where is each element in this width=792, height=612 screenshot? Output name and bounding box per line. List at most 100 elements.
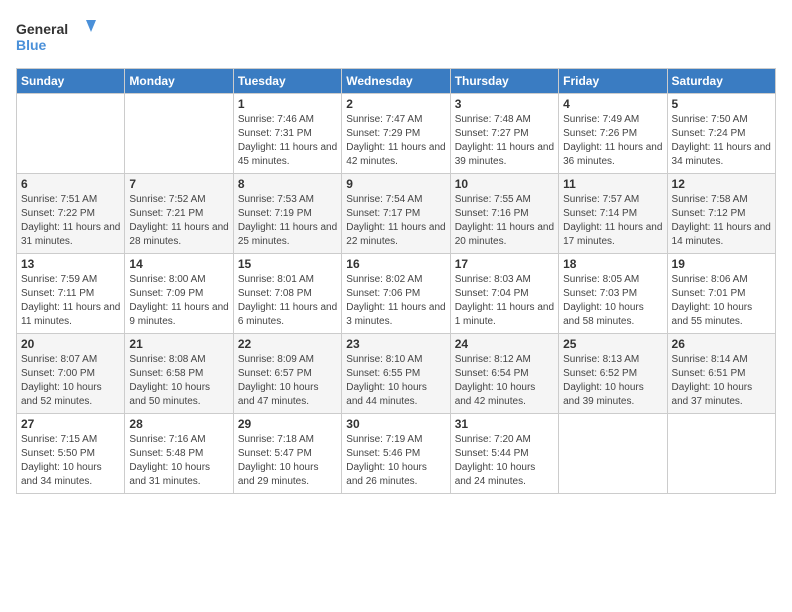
weekday-header-sunday: Sunday xyxy=(17,69,125,94)
calendar-week-5: 27Sunrise: 7:15 AM Sunset: 5:50 PM Dayli… xyxy=(17,414,776,494)
day-number: 28 xyxy=(129,417,228,431)
day-info: Sunrise: 7:53 AM Sunset: 7:19 PM Dayligh… xyxy=(238,193,337,249)
day-info: Sunrise: 7:55 AM Sunset: 7:16 PM Dayligh… xyxy=(455,193,554,249)
day-number: 13 xyxy=(21,257,120,271)
day-number: 30 xyxy=(346,417,445,431)
calendar-cell: 27Sunrise: 7:15 AM Sunset: 5:50 PM Dayli… xyxy=(17,414,125,494)
day-info: Sunrise: 8:12 AM Sunset: 6:54 PM Dayligh… xyxy=(455,353,554,409)
day-number: 2 xyxy=(346,97,445,111)
day-number: 1 xyxy=(238,97,337,111)
calendar-cell: 10 Sunrise: 7:55 AM Sunset: 7:16 PM Dayli… xyxy=(450,174,558,254)
day-number: 31 xyxy=(455,417,554,431)
day-number: 21 xyxy=(129,337,228,351)
day-number: 19 xyxy=(672,257,771,271)
calendar-week-4: 20 Sunrise: 8:07 AM Sunset: 7:00 PM Dayli… xyxy=(17,334,776,414)
day-info: Sunrise: 7:51 AM Sunset: 7:22 PM Dayligh… xyxy=(21,193,120,249)
calendar-cell: 13 Sunrise: 7:59 AM Sunset: 7:11 PM Dayli… xyxy=(17,254,125,334)
day-number: 26 xyxy=(672,337,771,351)
day-number: 10 xyxy=(455,177,554,191)
day-number: 29 xyxy=(238,417,337,431)
day-info: Sunrise: 8:09 AM Sunset: 6:57 PM Dayligh… xyxy=(238,353,337,409)
calendar-week-2: 6Sunrise: 7:51 AM Sunset: 7:22 PM Daylig… xyxy=(17,174,776,254)
day-info: Sunrise: 8:10 AM Sunset: 6:55 PM Dayligh… xyxy=(346,353,445,409)
day-info: Sunrise: 7:16 AM Sunset: 5:48 PM Dayligh… xyxy=(129,433,228,489)
day-info: Sunrise: 8:14 AM Sunset: 6:51 PM Dayligh… xyxy=(672,353,771,409)
weekday-header-thursday: Thursday xyxy=(450,69,558,94)
day-number: 16 xyxy=(346,257,445,271)
calendar-cell: 15 Sunrise: 8:01 AM Sunset: 7:08 PM Dayli… xyxy=(233,254,341,334)
calendar-cell: 21 Sunrise: 8:08 AM Sunset: 6:58 PM Dayli… xyxy=(125,334,233,414)
calendar-table: SundayMondayTuesdayWednesdayThursdayFrid… xyxy=(16,68,776,494)
day-info: Sunrise: 7:50 AM Sunset: 7:24 PM Dayligh… xyxy=(672,113,771,169)
calendar-cell xyxy=(125,94,233,174)
weekday-header-saturday: Saturday xyxy=(667,69,775,94)
calendar-cell: 18 Sunrise: 8:05 AM Sunset: 7:03 PM Dayli… xyxy=(559,254,667,334)
svg-text:Blue: Blue xyxy=(16,37,47,53)
day-number: 17 xyxy=(455,257,554,271)
calendar-cell: 16Sunrise: 8:02 AM Sunset: 7:06 PM Dayli… xyxy=(342,254,450,334)
day-info: Sunrise: 7:18 AM Sunset: 5:47 PM Dayligh… xyxy=(238,433,337,489)
calendar-cell: 12 Sunrise: 7:58 AM Sunset: 7:12 PM Dayli… xyxy=(667,174,775,254)
day-number: 22 xyxy=(238,337,337,351)
calendar-week-1: 1Sunrise: 7:46 AM Sunset: 7:31 PM Daylig… xyxy=(17,94,776,174)
weekday-header-tuesday: Tuesday xyxy=(233,69,341,94)
day-info: Sunrise: 8:00 AM Sunset: 7:09 PM Dayligh… xyxy=(129,273,228,329)
day-info: Sunrise: 7:57 AM Sunset: 7:14 PM Dayligh… xyxy=(563,193,662,249)
day-info: Sunrise: 8:13 AM Sunset: 6:52 PM Dayligh… xyxy=(563,353,662,409)
day-number: 18 xyxy=(563,257,662,271)
calendar-cell: 14 Sunrise: 8:00 AM Sunset: 7:09 PM Dayli… xyxy=(125,254,233,334)
day-number: 25 xyxy=(563,337,662,351)
day-number: 3 xyxy=(455,97,554,111)
day-info: Sunrise: 7:54 AM Sunset: 7:17 PM Dayligh… xyxy=(346,193,445,249)
day-info: Sunrise: 8:08 AM Sunset: 6:58 PM Dayligh… xyxy=(129,353,228,409)
page-header: General Blue xyxy=(16,16,776,58)
calendar-cell xyxy=(559,414,667,494)
calendar-cell: 24 Sunrise: 8:12 AM Sunset: 6:54 PM Dayli… xyxy=(450,334,558,414)
svg-text:General: General xyxy=(16,21,68,37)
weekday-header-monday: Monday xyxy=(125,69,233,94)
logo-svg: General Blue xyxy=(16,16,96,58)
calendar-cell: 11 Sunrise: 7:57 AM Sunset: 7:14 PM Dayli… xyxy=(559,174,667,254)
day-info: Sunrise: 7:47 AM Sunset: 7:29 PM Dayligh… xyxy=(346,113,445,169)
calendar-cell: 29 Sunrise: 7:18 AM Sunset: 5:47 PM Dayli… xyxy=(233,414,341,494)
day-number: 15 xyxy=(238,257,337,271)
weekday-header-wednesday: Wednesday xyxy=(342,69,450,94)
day-number: 20 xyxy=(21,337,120,351)
day-info: Sunrise: 8:07 AM Sunset: 7:00 PM Dayligh… xyxy=(21,353,120,409)
logo: General Blue xyxy=(16,16,96,58)
calendar-cell: 6Sunrise: 7:51 AM Sunset: 7:22 PM Daylig… xyxy=(17,174,125,254)
day-number: 5 xyxy=(672,97,771,111)
day-info: Sunrise: 8:05 AM Sunset: 7:03 PM Dayligh… xyxy=(563,273,662,329)
calendar-cell: 2 Sunrise: 7:47 AM Sunset: 7:29 PM Daylig… xyxy=(342,94,450,174)
day-number: 23 xyxy=(346,337,445,351)
calendar-cell: 8 Sunrise: 7:53 AM Sunset: 7:19 PM Daylig… xyxy=(233,174,341,254)
calendar-cell: 9Sunrise: 7:54 AM Sunset: 7:17 PM Daylig… xyxy=(342,174,450,254)
calendar-cell: 20 Sunrise: 8:07 AM Sunset: 7:00 PM Dayli… xyxy=(17,334,125,414)
day-number: 8 xyxy=(238,177,337,191)
day-info: Sunrise: 8:01 AM Sunset: 7:08 PM Dayligh… xyxy=(238,273,337,329)
day-info: Sunrise: 7:49 AM Sunset: 7:26 PM Dayligh… xyxy=(563,113,662,169)
calendar-cell: 4 Sunrise: 7:49 AM Sunset: 7:26 PM Daylig… xyxy=(559,94,667,174)
weekday-header-friday: Friday xyxy=(559,69,667,94)
calendar-cell: 23 Sunrise: 8:10 AM Sunset: 6:55 PM Dayli… xyxy=(342,334,450,414)
calendar-cell: 19 Sunrise: 8:06 AM Sunset: 7:01 PM Dayli… xyxy=(667,254,775,334)
day-info: Sunrise: 7:20 AM Sunset: 5:44 PM Dayligh… xyxy=(455,433,554,489)
calendar-cell: 30Sunrise: 7:19 AM Sunset: 5:46 PM Dayli… xyxy=(342,414,450,494)
day-number: 24 xyxy=(455,337,554,351)
calendar-cell: 25 Sunrise: 8:13 AM Sunset: 6:52 PM Dayli… xyxy=(559,334,667,414)
calendar-cell: 3Sunrise: 7:48 AM Sunset: 7:27 PM Daylig… xyxy=(450,94,558,174)
calendar-cell: 22 Sunrise: 8:09 AM Sunset: 6:57 PM Dayli… xyxy=(233,334,341,414)
day-info: Sunrise: 7:58 AM Sunset: 7:12 PM Dayligh… xyxy=(672,193,771,249)
day-number: 12 xyxy=(672,177,771,191)
day-number: 27 xyxy=(21,417,120,431)
calendar-cell: 28 Sunrise: 7:16 AM Sunset: 5:48 PM Dayli… xyxy=(125,414,233,494)
day-info: Sunrise: 8:06 AM Sunset: 7:01 PM Dayligh… xyxy=(672,273,771,329)
calendar-cell: 31 Sunrise: 7:20 AM Sunset: 5:44 PM Dayli… xyxy=(450,414,558,494)
day-info: Sunrise: 7:59 AM Sunset: 7:11 PM Dayligh… xyxy=(21,273,120,329)
day-number: 14 xyxy=(129,257,228,271)
day-number: 4 xyxy=(563,97,662,111)
day-number: 11 xyxy=(563,177,662,191)
calendar-cell xyxy=(667,414,775,494)
day-info: Sunrise: 7:52 AM Sunset: 7:21 PM Dayligh… xyxy=(129,193,228,249)
day-info: Sunrise: 8:03 AM Sunset: 7:04 PM Dayligh… xyxy=(455,273,554,329)
